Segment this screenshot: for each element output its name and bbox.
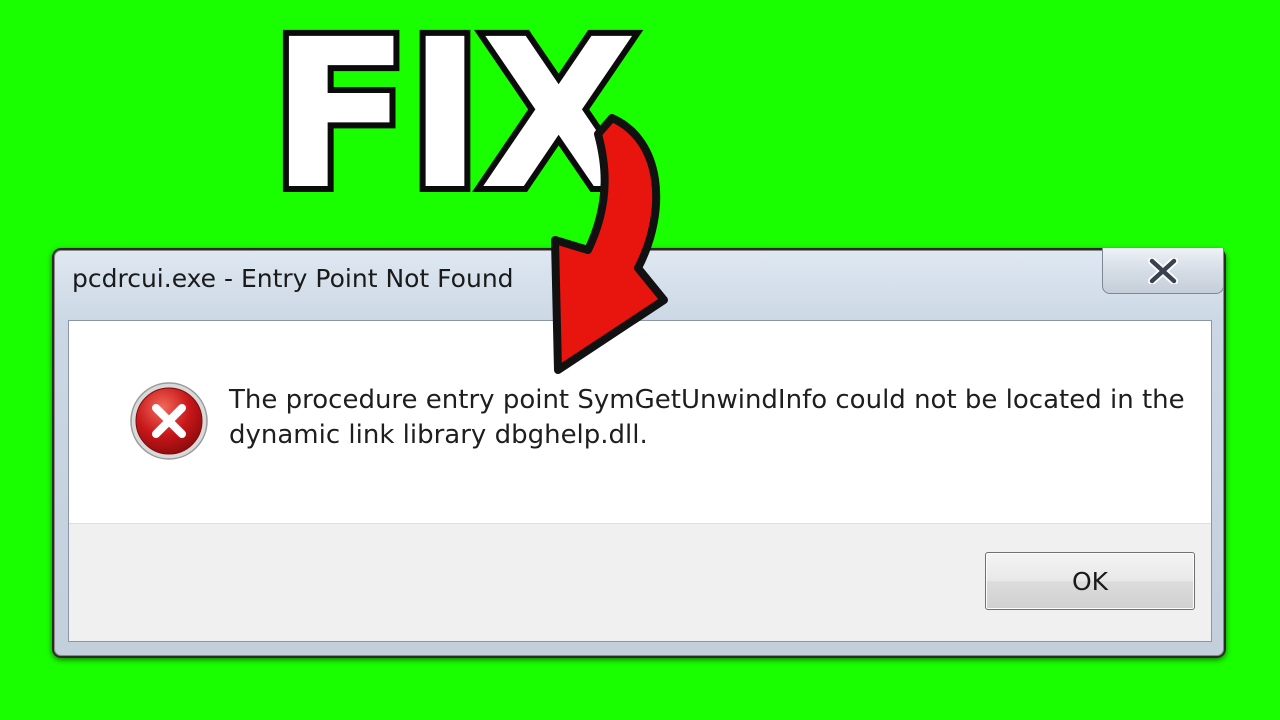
error-message: The procedure entry point SymGetUnwindIn… xyxy=(229,385,1185,450)
button-bar: OK xyxy=(69,523,1211,641)
close-icon[interactable] xyxy=(1148,257,1178,284)
headline-fix: FIX xyxy=(264,0,644,235)
ok-button[interactable]: OK xyxy=(985,552,1195,610)
error-dialog: pcdrcui.exe - Entry Point Not Found The … xyxy=(52,248,1226,658)
dialog-body: The procedure entry point SymGetUnwindIn… xyxy=(68,320,1212,642)
dialog-title: pcdrcui.exe - Entry Point Not Found xyxy=(72,264,514,293)
error-icon xyxy=(129,381,209,461)
message-area: The procedure entry point SymGetUnwindIn… xyxy=(69,321,1211,523)
close-button[interactable] xyxy=(1102,248,1224,294)
